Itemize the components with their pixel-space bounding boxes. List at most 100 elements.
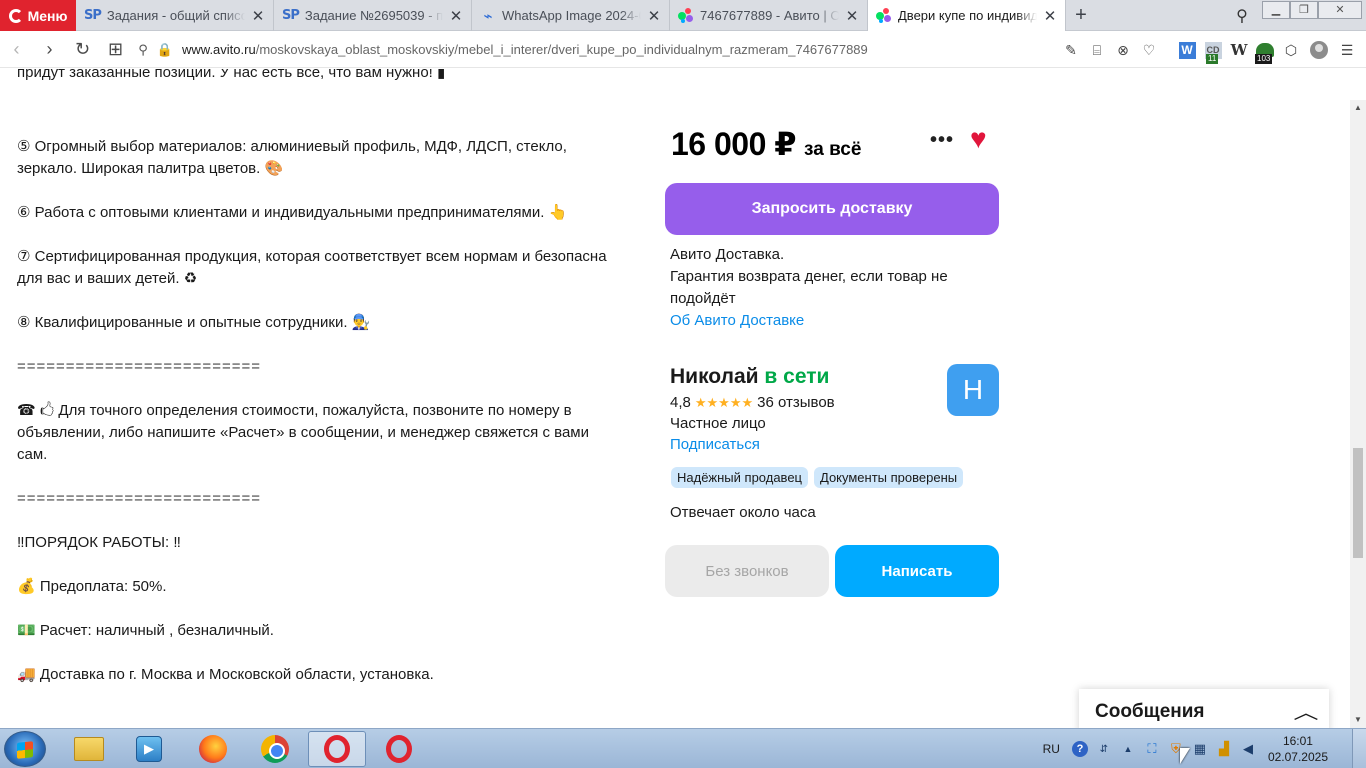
scroll-thumb[interactable] xyxy=(1353,448,1363,558)
chevron-up-icon[interactable]: ︿ xyxy=(1293,699,1318,725)
cube-icon[interactable]: ⬡ xyxy=(1278,42,1304,59)
system-clock[interactable]: 16:01 02.07.2025 xyxy=(1268,733,1328,765)
signal-strength-icon[interactable]: ▟ xyxy=(1214,740,1234,758)
start-button[interactable] xyxy=(4,731,46,767)
maximize-icon[interactable]: ❐ xyxy=(1290,0,1318,19)
seller-avatar[interactable]: Н xyxy=(947,364,999,416)
show-desktop-button[interactable] xyxy=(1352,729,1366,768)
reload-icon[interactable]: ↻ xyxy=(66,39,99,60)
messages-panel[interactable]: Сообщения ︿ xyxy=(1079,689,1329,728)
opera-logo-icon xyxy=(8,8,23,23)
reply-time: Отвечает около часа xyxy=(670,504,816,521)
folder-icon xyxy=(74,737,104,761)
close-tab-icon[interactable]: ✕ xyxy=(845,7,859,25)
no-calls-button: Без звонков xyxy=(665,545,829,597)
description-line: ⑥ Работа с оптовыми клиентами и индивиду… xyxy=(17,204,568,221)
request-delivery-button[interactable]: Запросить доставку xyxy=(665,183,999,235)
description-line: придут заказанные позиции. У нас есть вс… xyxy=(17,69,446,81)
url-domain: www.avito.ru xyxy=(182,42,256,57)
scroll-up-icon[interactable]: ▲ xyxy=(1350,100,1366,116)
menu-label: Меню xyxy=(27,7,68,24)
new-tab-button[interactable]: + xyxy=(1066,0,1096,30)
tab-3[interactable]: ⌁ WhatsApp Image 2024-02- ✕ xyxy=(472,0,670,31)
language-bar-icon[interactable]: ⇵ xyxy=(1094,740,1114,758)
chrome-taskbar-button[interactable] xyxy=(246,731,304,767)
seller-name[interactable]: Николай xyxy=(670,365,759,388)
reliable-seller-badge[interactable]: Надёжный продавец xyxy=(671,467,808,488)
seller-rating: 4,8 ★★★★★ 36 отзывов xyxy=(670,394,835,411)
network-device-icon[interactable]: ▦ xyxy=(1190,740,1210,758)
tab-title: WhatsApp Image 2024-02- xyxy=(502,8,641,23)
rating-value: 4,8 xyxy=(670,394,691,411)
about-delivery-link[interactable]: Об Авито Доставке xyxy=(670,310,970,332)
window-controls: ▁ ❐ ✕ xyxy=(1262,0,1362,21)
tab-search-icon[interactable]: ⚲ xyxy=(1222,6,1262,26)
minimize-icon[interactable]: ▁ xyxy=(1262,0,1290,19)
gauge-extension-icon[interactable]: 103 xyxy=(1252,39,1278,64)
tab-2[interactable]: SP Задание №2695039 - про ✕ xyxy=(274,0,472,31)
tab-title: Двери купе по индивидуа xyxy=(898,8,1037,23)
clock-time: 16:01 xyxy=(1282,734,1313,748)
lock-icon[interactable]: 🔒 xyxy=(154,42,176,58)
tab-4[interactable]: 7467677889 - Авито | Объ ✕ xyxy=(670,0,868,31)
screenshot-tool-icon[interactable]: ⛶ xyxy=(1142,740,1162,758)
help-icon[interactable]: ? xyxy=(1070,740,1090,758)
heart-outline-icon[interactable]: ♡ xyxy=(1136,42,1162,59)
opera-menu-button[interactable]: Меню xyxy=(0,0,76,31)
price-block: 16 000 ₽ за всё xyxy=(671,125,861,163)
seller-name-block: Николай в сети xyxy=(670,365,829,389)
extension-badge: 11 xyxy=(1206,54,1219,64)
url-path: /moskovskaya_oblast_moskovskiy/mebel_i_i… xyxy=(255,42,868,57)
clock-date: 02.07.2025 xyxy=(1267,750,1328,764)
mouse-cursor xyxy=(1180,748,1190,764)
reviews-link[interactable]: 36 отзывов xyxy=(757,394,835,411)
sp-icon: SP xyxy=(84,8,102,23)
camera-icon[interactable]: ⌸ xyxy=(1084,42,1110,59)
media-player-taskbar-button[interactable]: ▶ xyxy=(120,731,178,767)
documents-verified-badge[interactable]: Документы проверены xyxy=(814,467,964,488)
more-options-icon[interactable]: ••• xyxy=(930,129,954,152)
firefox-taskbar-button[interactable] xyxy=(184,731,242,767)
tab-5-active[interactable]: Двери купе по индивидуа ✕ xyxy=(868,0,1066,31)
scroll-down-icon[interactable]: ▼ xyxy=(1350,712,1366,728)
language-indicator[interactable]: RU xyxy=(1043,742,1060,756)
description-line: ⑧ Квалифицированные и опытные сотрудники… xyxy=(17,314,371,331)
opera-taskbar-button-active[interactable] xyxy=(308,731,366,767)
subscribe-link[interactable]: Подписаться xyxy=(670,436,760,453)
close-tab-icon[interactable]: ✕ xyxy=(647,7,661,25)
delivery-line: Авито Доставка. xyxy=(670,246,785,263)
write-message-button[interactable]: Написать xyxy=(835,545,999,597)
description-divider: ========================= xyxy=(17,490,261,507)
close-tab-icon[interactable]: ✕ xyxy=(1043,7,1057,25)
forward-icon[interactable]: › xyxy=(33,39,66,60)
word-extension-icon[interactable]: W xyxy=(1174,39,1200,61)
explorer-taskbar-button[interactable] xyxy=(60,731,118,767)
description-line: 💵 Расчет: наличный , безналичный. xyxy=(17,622,274,639)
profile-icon[interactable] xyxy=(1310,41,1328,59)
seller-badges: Надёжный продавец Документы проверены xyxy=(671,467,964,488)
opera-taskbar-button[interactable] xyxy=(370,731,428,767)
description-line: ☎ 🖒 Для точного определения стоимости, п… xyxy=(17,402,589,463)
url-field[interactable]: www.avito.ru/moskovskaya_oblast_moskovsk… xyxy=(182,42,868,57)
wiki-extension-icon[interactable]: W xyxy=(1226,39,1252,61)
opera-icon xyxy=(324,735,350,763)
volume-icon[interactable]: ◀ xyxy=(1238,740,1258,758)
adblock-icon[interactable]: ⊗ xyxy=(1110,42,1136,59)
close-tab-icon[interactable]: ✕ xyxy=(449,7,463,25)
tab-grid-icon[interactable]: ⊞ xyxy=(99,39,132,60)
close-window-icon[interactable]: ✕ xyxy=(1318,0,1362,19)
back-icon[interactable]: ‹ xyxy=(0,39,33,60)
close-tab-icon[interactable]: ✕ xyxy=(251,7,265,25)
tab-1[interactable]: SP Задания - общий список s ✕ xyxy=(76,0,274,31)
tray-expand-icon[interactable]: ▲ xyxy=(1118,740,1138,758)
description-line: ‼ПОРЯДОК РАБОТЫ: ‼ xyxy=(17,534,181,551)
favorite-heart-icon[interactable]: ♥ xyxy=(970,125,987,153)
edit-icon[interactable]: ✎ xyxy=(1058,42,1084,59)
description-line: 💰 Предоплата: 50%. xyxy=(17,578,167,595)
page-scrollbar[interactable]: ▲ ▼ xyxy=(1350,100,1366,728)
cd-extension-icon[interactable]: CD 11 xyxy=(1200,39,1226,64)
location-pin-icon[interactable]: ⚲ xyxy=(132,42,154,58)
page-content: придут заказанные позиции. У нас есть вс… xyxy=(0,69,1350,728)
avito-icon xyxy=(678,7,694,24)
easy-setup-icon[interactable]: ☰ xyxy=(1334,42,1360,59)
